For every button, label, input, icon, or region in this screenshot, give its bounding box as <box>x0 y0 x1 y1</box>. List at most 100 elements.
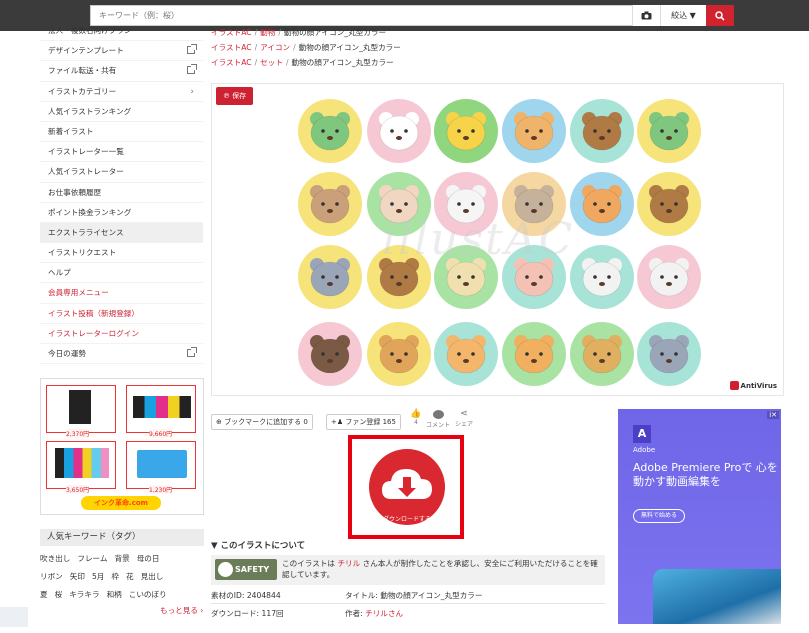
right-advertisement[interactable]: i✕ A Adobe Adobe Premiere Proで 心を動かす動画編集… <box>618 409 781 624</box>
animal-face-icon <box>298 99 362 163</box>
sidebar-item[interactable]: ヘルプ <box>40 263 203 284</box>
sidebar-item[interactable]: イラストリクエスト <box>40 243 203 264</box>
breadcrumb-link[interactable]: 動物 <box>260 28 275 37</box>
keyword-tag[interactable]: フレーム <box>77 553 107 564</box>
ink-box-image <box>137 450 187 478</box>
sidebar-item-label: ポイント換金ランキング <box>48 207 132 217</box>
sidebar-item-label: イラスト投稿（新規登録） <box>48 308 139 318</box>
animal-face-icon <box>637 322 701 386</box>
ad-cta-button[interactable]: 無料で始める <box>633 509 685 523</box>
add-bookmark-button[interactable]: ⊕ ブックマークに追加する 0 <box>211 414 313 430</box>
external-link-icon <box>187 347 197 357</box>
ad-banner-logo: インク革命.com <box>81 496 161 510</box>
animal-face-icon <box>298 322 362 386</box>
sidebar-item[interactable]: イラストカテゴリー › <box>40 82 203 102</box>
keyword-tag[interactable]: キラキラ <box>69 589 99 600</box>
breadcrumb-link[interactable]: アイコン <box>260 43 290 52</box>
sidebar-item[interactable]: 会員専用メニュー <box>40 283 203 304</box>
breadcrumb: イラストAC / セット / 動物の顔アイコン_丸型カラー <box>211 57 394 68</box>
left-advertisement[interactable]: 2,370円 9,660円 3,650円 1,230円 インク革命.com <box>40 378 204 515</box>
sidebar-item-label: イラストレーター一覧 <box>48 147 124 157</box>
share-button[interactable]: ⋖ シェア <box>453 409 475 428</box>
author-link[interactable]: チリル <box>337 559 360 568</box>
sidebar-item[interactable]: ファイル転送・共有 <box>40 61 203 82</box>
sidebar-item[interactable]: イラストレーター一覧 <box>40 142 203 163</box>
chevron-right-icon: › <box>190 86 194 97</box>
sidebar-item-label: 新着イラスト <box>48 126 94 136</box>
breadcrumb-separator: / <box>254 43 258 52</box>
breadcrumb-link[interactable]: イラストAC <box>211 58 252 67</box>
breadcrumb-separator: / <box>285 58 289 67</box>
animal-face-icon <box>570 172 634 236</box>
animal-face-icon <box>502 322 566 386</box>
breadcrumb-separator: / <box>254 28 258 37</box>
check-circle-icon <box>218 562 233 577</box>
download-button[interactable]: ダウンロードする <box>369 449 445 525</box>
keyword-tag[interactable]: こいのぼり <box>129 589 167 600</box>
breadcrumb-link[interactable]: イラストAC <box>211 43 252 52</box>
keyword-tag[interactable]: 夏 <box>40 589 48 600</box>
sidebar-item[interactable]: 今日の運勢 <box>40 344 203 365</box>
ad-price: 2,370円 <box>66 429 90 438</box>
plus-circle-icon: ⊕ <box>216 418 225 426</box>
sidebar-item[interactable]: 法人・複数名向けプラン <box>40 21 203 42</box>
keyword-tag[interactable]: 吹き出し <box>40 553 70 564</box>
search-button[interactable] <box>706 5 734 26</box>
sidebar-item-label: 法人・複数名向けプラン <box>48 26 132 35</box>
breadcrumb-link[interactable]: セット <box>260 58 283 67</box>
sidebar-item[interactable]: 人気イラストランキング <box>40 102 203 122</box>
keyword-tag[interactable]: 背景 <box>115 553 130 564</box>
keyword-tag[interactable]: 見出し <box>141 571 164 582</box>
sidebar-item[interactable]: 人気イラストレーター <box>40 162 203 183</box>
sidebar-item[interactable]: デザインテンプレート <box>40 41 203 62</box>
external-link-icon <box>187 44 197 55</box>
ad-photo <box>653 569 781 624</box>
sidebar-item[interactable]: 新着イラスト <box>40 122 203 143</box>
comment-icon <box>432 410 444 419</box>
keyword-tag[interactable]: リボン <box>40 571 63 582</box>
filter-select[interactable]: 絞込 ▼ <box>660 5 706 26</box>
animal-face-icon <box>298 245 362 309</box>
sidebar-item-label: デザインテンプレート <box>48 46 124 56</box>
antivirus-badge: AntiVirus <box>729 381 777 390</box>
image-search-button[interactable] <box>632 5 660 26</box>
left-edge-panel <box>0 607 28 627</box>
ad-product-tile[interactable] <box>126 441 196 489</box>
like-button[interactable]: 👍 4 <box>409 409 423 426</box>
sidebar-item[interactable]: ポイント換金ランキング <box>40 203 203 223</box>
comment-button[interactable]: コメント <box>425 409 451 429</box>
sidebar-item[interactable]: イラスト投稿（新規登録） <box>40 304 203 324</box>
keyword-tag[interactable]: 和柄 <box>107 589 122 600</box>
animal-face-icon <box>570 322 634 386</box>
ad-product-tile[interactable] <box>46 441 116 489</box>
more-keywords-link[interactable]: もっと見る › <box>160 605 203 616</box>
keyword-tag[interactable]: 枠 <box>111 571 119 582</box>
safety-notice: SAFETY このイラストは チリル さん本人が制作したことを承認し、安全にご利… <box>211 555 605 585</box>
divider <box>211 603 605 604</box>
sidebar-item[interactable]: イラストレーターログイン <box>40 324 203 344</box>
keyword-tag[interactable]: 桜 <box>55 589 63 600</box>
popular-keywords-list: 吹き出し フレーム 背景 母の日リボン 矢印 5月枠花見出し夏桜キラキラ 和柄 こいのぼり <box>40 549 204 603</box>
safety-badge-label: SAFETY <box>235 565 270 574</box>
author-name-link[interactable]: チリルさん <box>365 609 403 618</box>
sidebar-item[interactable]: エクストラライセンス <box>40 222 203 244</box>
ink-cartridge-image <box>69 390 91 424</box>
breadcrumb-link[interactable]: イラストAC <box>211 28 252 37</box>
illustration-title: タイトル: 動物の顔アイコン_丸型カラー <box>345 591 483 600</box>
keyword-tag[interactable]: 矢印 <box>70 571 85 582</box>
ad-product-tile[interactable] <box>126 385 196 433</box>
fan-register-button[interactable]: +♟ ファン登録 165 <box>326 414 401 430</box>
antivirus-label: AntiVirus <box>740 381 777 390</box>
about-section-title: ▼ このイラストについて <box>211 541 306 551</box>
keyword-tag[interactable]: 花 <box>126 571 134 582</box>
keyword-tag[interactable]: 5月 <box>92 571 104 582</box>
sidebar-item-label: 今日の運勢 <box>48 349 86 358</box>
ink-set-image <box>55 448 109 478</box>
animal-face-icon <box>637 245 701 309</box>
animal-face-icon <box>502 99 566 163</box>
sidebar-item[interactable]: お仕事依頼履歴 <box>40 183 203 203</box>
sidebar-item-label: ファイル転送・共有 <box>48 66 117 76</box>
keyword-tag[interactable]: 母の日 <box>137 553 160 564</box>
ad-info-icon[interactable]: i✕ <box>767 411 779 419</box>
ad-product-tile[interactable] <box>46 385 116 433</box>
